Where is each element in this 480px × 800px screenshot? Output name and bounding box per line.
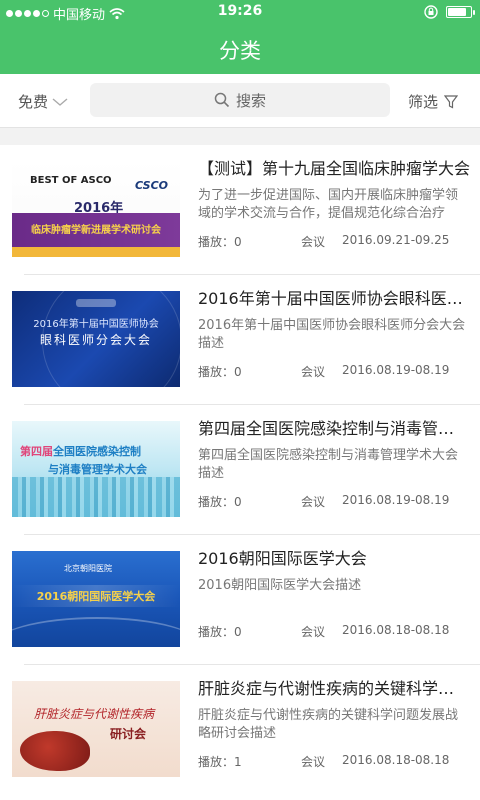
rotation-lock-icon xyxy=(424,5,438,19)
thumbnail-text: 第四届 xyxy=(20,445,53,458)
item-type: 会议 xyxy=(301,495,326,509)
list-item[interactable]: BEST OF ASCO CSCO 2016年 临床肿瘤学新进展学术研讨会 【测… xyxy=(0,145,480,275)
list-item[interactable]: 北京朝阳医院 2016朝阳国际医学大会 2016朝阳国际医学大会 2016朝阳国… xyxy=(0,535,480,665)
page-title: 分类 xyxy=(219,39,261,63)
funnel-icon xyxy=(444,94,458,108)
item-type: 会议 xyxy=(301,365,326,379)
thumbnail-text: 肝脏炎症与代谢性疾病 xyxy=(34,707,155,721)
conference-thumbnail: 第四届全国医院感染控制 与消毒管理学术大会 xyxy=(12,421,180,517)
item-date: 2016.08.19-08.19 xyxy=(342,363,450,377)
filter-bar: 免费 搜索 筛选 xyxy=(0,74,480,128)
navigation-bar: 分类 xyxy=(0,24,480,74)
conference-thumbnail: 2016年第十届中国医师协会 眼科医师分会大会 xyxy=(12,291,180,387)
search-icon xyxy=(214,92,230,108)
play-count: 播放：0 xyxy=(198,235,242,249)
conference-list: BEST OF ASCO CSCO 2016年 临床肿瘤学新进展学术研讨会 【测… xyxy=(0,145,480,800)
clock: 19:26 xyxy=(217,3,263,19)
search-placeholder: 搜索 xyxy=(235,91,266,110)
item-description: 2016年第十届中国医师协会眼科医师分会大会描述 xyxy=(198,318,466,351)
item-date: 2016.08.18-08.18 xyxy=(342,753,450,767)
play-count: 播放：0 xyxy=(198,625,242,639)
item-date: 2016.08.18-08.18 xyxy=(342,623,450,637)
thumbnail-text: CSCO xyxy=(134,179,168,192)
search-input[interactable]: 搜索 xyxy=(90,83,390,117)
chevron-down-icon xyxy=(52,97,68,106)
item-type: 会议 xyxy=(301,625,326,639)
item-title: 第四届全国医院感染控制与消毒管理学术大会 xyxy=(198,419,470,438)
thumbnail-text: 临床肿瘤学新进展学术研讨会 xyxy=(31,225,161,236)
conference-thumbnail: BEST OF ASCO CSCO 2016年 临床肿瘤学新进展学术研讨会 xyxy=(12,161,180,257)
item-title: 肝脏炎症与代谢性疾病的关键科学问题发展战略研讨会 xyxy=(198,679,470,698)
list-item[interactable]: 2016年第十届中国医师协会 眼科医师分会大会 2016年第十届中国医师协会眼科… xyxy=(0,275,480,405)
filter-button[interactable]: 筛选 xyxy=(408,91,458,112)
battery-icon xyxy=(446,6,475,18)
conference-thumbnail: 肝脏炎症与代谢性疾病 研讨会 xyxy=(12,681,180,777)
play-count: 播放：1 xyxy=(198,755,242,769)
item-title: 【测试】第十九届全国临床肿瘤学大会 xyxy=(198,159,470,178)
thumbnail-text: BEST OF ASCO xyxy=(30,175,112,186)
thumbnail-text: 2016朝阳国际医学大会 xyxy=(36,590,156,603)
filter-label: 筛选 xyxy=(407,93,438,111)
item-description: 2016朝阳国际医学大会描述 xyxy=(198,578,362,593)
thumbnail-text: 研讨会 xyxy=(110,727,147,741)
list-item[interactable]: 第四届全国医院感染控制 与消毒管理学术大会 第四届全国医院感染控制与消毒管理学术… xyxy=(0,405,480,535)
item-type: 会议 xyxy=(301,235,326,249)
item-type: 会议 xyxy=(301,755,326,769)
play-count: 播放：0 xyxy=(198,495,242,509)
status-bar: 中国移动 19:26 xyxy=(0,0,480,24)
item-description: 肝脏炎症与代谢性疾病的关键科学问题发展战略研讨会描述 xyxy=(198,708,459,741)
item-title: 2016年第十届中国医师协会眼科医师分会大会 xyxy=(198,289,470,308)
list-item[interactable]: 肝脏炎症与代谢性疾病 研讨会 肝脏炎症与代谢性疾病的关键科学问题发展战略研讨会 … xyxy=(0,665,480,795)
item-description: 为了进一步促进国际、国内开展临床肿瘤学领域的学术交流与合作，提倡规范化综合治疗 xyxy=(198,188,459,221)
item-date: 2016.08.19-08.19 xyxy=(342,493,450,507)
item-date: 2016.09.21-09.25 xyxy=(342,233,450,247)
item-description: 第四届全国医院感染控制与消毒管理学术大会描述 xyxy=(198,448,459,481)
thumbnail-text: 与消毒管理学术大会 xyxy=(48,463,147,476)
free-dropdown[interactable]: 免费 xyxy=(18,91,68,112)
thumbnail-text: 眼科医师分会大会 xyxy=(39,333,152,347)
free-dropdown-label: 免费 xyxy=(18,93,49,111)
thumbnail-text: 全国医院感染控制 xyxy=(53,445,141,458)
thumbnail-text: 北京朝阳医院 xyxy=(64,564,112,573)
thumbnail-text: 2016年第十届中国医师协会 xyxy=(33,319,159,330)
conference-thumbnail: 北京朝阳医院 2016朝阳国际医学大会 xyxy=(12,551,180,647)
play-count: 播放：0 xyxy=(198,365,242,379)
item-title: 2016朝阳国际医学大会 xyxy=(198,549,367,568)
